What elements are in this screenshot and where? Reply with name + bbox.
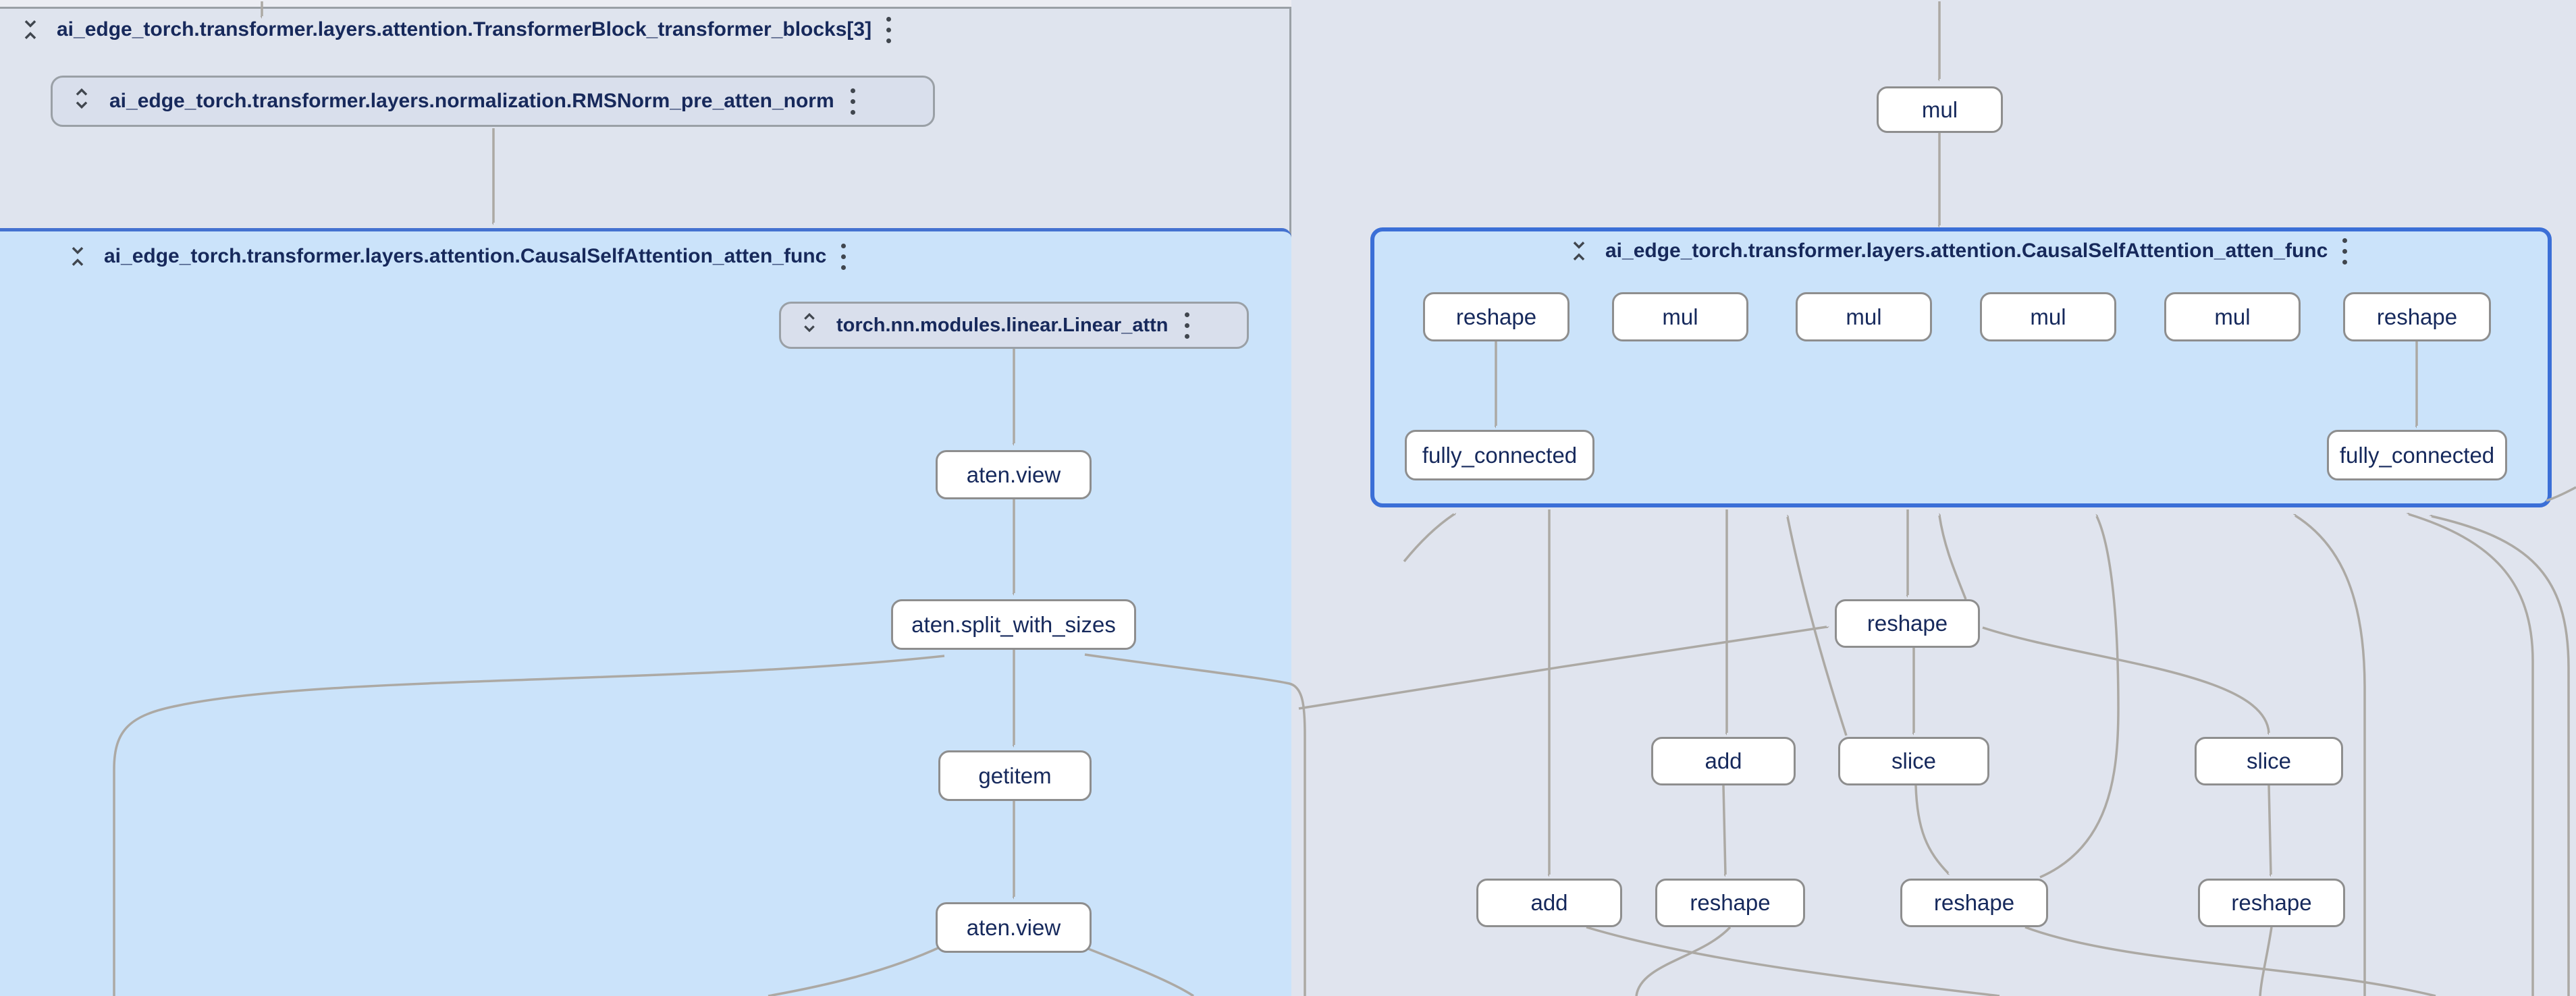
panel-title: ai_edge_torch.transformer.layers.attenti… (1605, 240, 2328, 262)
op-node-getitem[interactable]: getitem (938, 750, 1092, 801)
op-node-reshape[interactable]: reshape (1900, 879, 2048, 927)
op-node-fully-connected[interactable]: fully_connected (2327, 430, 2507, 480)
op-node-label: aten.view (967, 462, 1061, 488)
op-node-label: fully_connected (2340, 443, 2494, 468)
op-node-add[interactable]: add (1476, 879, 1622, 927)
op-node-mul[interactable]: mul (1980, 292, 2116, 341)
more-options-icon[interactable] (851, 88, 855, 115)
op-node-aten-split-with-sizes[interactable]: aten.split_with_sizes (891, 599, 1136, 650)
op-node-label: slice (2247, 748, 2291, 774)
op-node-add[interactable]: add (1651, 737, 1796, 785)
op-node-slice[interactable]: slice (2195, 737, 2343, 785)
op-node-mul[interactable]: mul (1612, 292, 1748, 341)
causal-self-attention-left-header: ai_edge_torch.transformer.layers.attenti… (66, 239, 846, 274)
expand-icon[interactable] (70, 87, 93, 115)
model-graph-canvas: { "panels": { "transformer_block": { "ti… (0, 0, 2576, 996)
op-node-mul[interactable]: mul (2164, 292, 2301, 341)
op-node-label: reshape (1867, 611, 1948, 636)
op-node-label: aten.split_with_sizes (911, 612, 1116, 638)
op-node-reshape[interactable]: reshape (2198, 879, 2345, 927)
collapsed-node-rmsnorm[interactable]: ai_edge_torch.transformer.layers.normali… (51, 76, 935, 127)
op-node-fully-connected[interactable]: fully_connected (1405, 430, 1594, 480)
op-node-label: slice (1891, 748, 1936, 774)
op-node-label: mul (2030, 304, 2066, 330)
collapsed-node-label: ai_edge_torch.transformer.layers.normali… (109, 90, 834, 113)
op-node-label: add (1530, 890, 1567, 916)
op-node-slice[interactable]: slice (1838, 737, 1989, 785)
more-options-icon[interactable] (841, 244, 846, 270)
op-node-aten-view[interactable]: aten.view (936, 450, 1092, 499)
op-node-mul[interactable]: mul (1796, 292, 1932, 341)
more-options-icon[interactable] (2342, 238, 2347, 265)
transformer-block-header: ai_edge_torch.transformer.layers.attenti… (19, 12, 891, 47)
op-node-label: mul (1922, 97, 1958, 123)
op-node-label: aten.view (967, 915, 1061, 941)
op-node-label: mul (1846, 304, 1881, 330)
more-options-icon[interactable] (1185, 312, 1189, 339)
causal-self-attention-right-header: ai_edge_torch.transformer.layers.attenti… (1567, 233, 2347, 269)
op-node-label: reshape (2231, 890, 2311, 916)
op-node-label: reshape (1934, 890, 2014, 916)
op-node-label: getitem (978, 763, 1051, 789)
collapsed-node-linear-attn[interactable]: torch.nn.modules.linear.Linear_attn (779, 302, 1249, 349)
op-node-label: fully_connected (1422, 443, 1577, 468)
op-node-aten-view[interactable]: aten.view (936, 902, 1092, 953)
collapse-icon[interactable] (66, 245, 89, 268)
panel-title: ai_edge_torch.transformer.layers.attenti… (57, 18, 871, 41)
op-node-label: add (1705, 748, 1742, 774)
expand-icon[interactable] (799, 312, 820, 339)
op-node-label: mul (2214, 304, 2250, 330)
more-options-icon[interactable] (886, 17, 891, 43)
op-node-label: mul (1662, 304, 1698, 330)
op-node-mul[interactable]: mul (1877, 86, 2003, 133)
op-node-reshape[interactable]: reshape (2343, 292, 2491, 341)
op-node-reshape[interactable]: reshape (1835, 599, 1980, 648)
op-node-label: reshape (2377, 304, 2457, 330)
op-node-label: reshape (1456, 304, 1536, 330)
collapse-icon[interactable] (1567, 240, 1590, 262)
op-node-reshape[interactable]: reshape (1655, 879, 1805, 927)
op-node-reshape[interactable]: reshape (1423, 292, 1569, 341)
panel-title: ai_edge_torch.transformer.layers.attenti… (104, 245, 826, 268)
collapse-icon[interactable] (19, 18, 42, 41)
collapsed-node-label: torch.nn.modules.linear.Linear_attn (836, 314, 1169, 337)
op-node-label: reshape (1690, 890, 1770, 916)
